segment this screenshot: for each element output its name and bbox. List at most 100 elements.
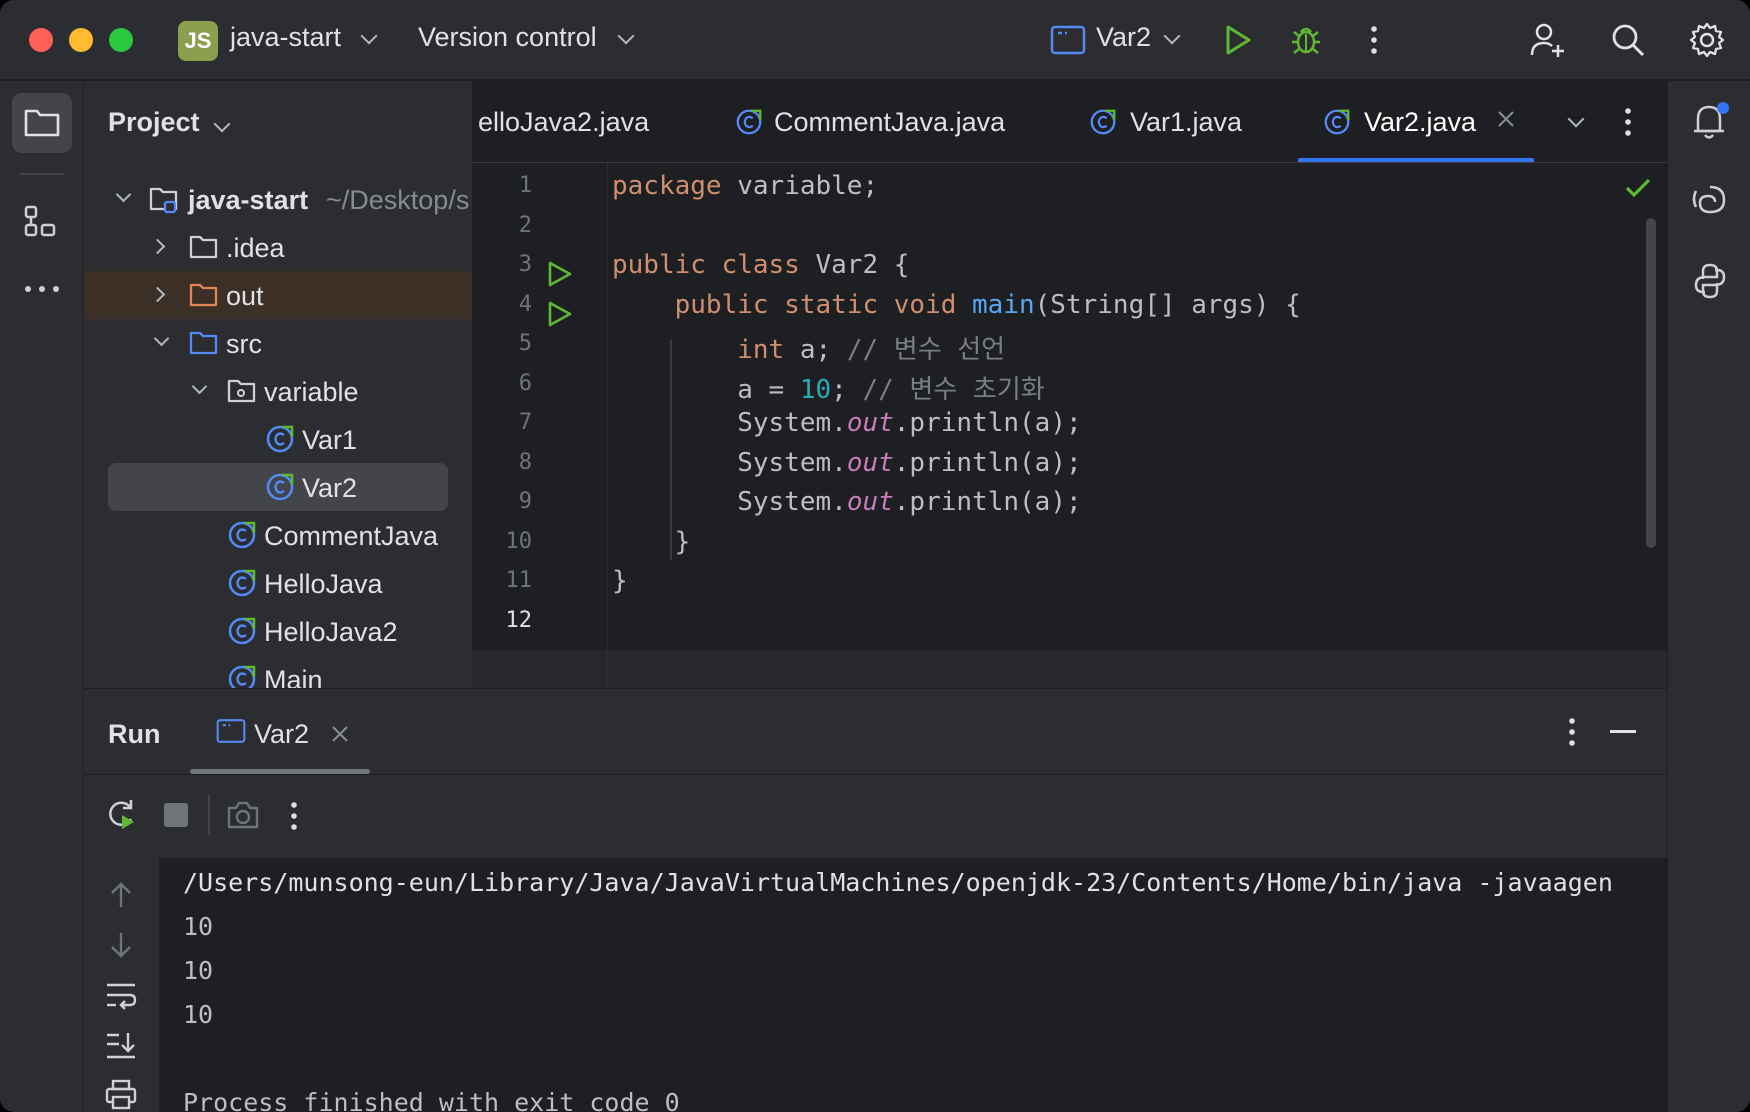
minimize-panel-icon[interactable]	[1610, 730, 1636, 733]
source-folder-icon	[189, 331, 218, 355]
code-line: public class Var2 {	[612, 250, 909, 280]
add-user-icon[interactable]	[1528, 20, 1568, 60]
tree-item-hellojava2[interactable]: HelloJava2	[84, 607, 472, 655]
package-icon	[227, 379, 256, 403]
tree-item-commentjava[interactable]: CommentJava	[84, 511, 472, 559]
tab-commentjava[interactable]: CommentJava.java	[774, 107, 1005, 138]
no-problems-check-icon[interactable]	[1625, 177, 1651, 204]
chevron-right-icon[interactable]	[149, 286, 166, 303]
gear-icon[interactable]	[1687, 20, 1727, 60]
line-number: 8	[518, 450, 532, 475]
tab-var1[interactable]: Var1.java	[1130, 107, 1242, 138]
code-line: System.out.println(a);	[612, 448, 1081, 478]
java-class-icon	[736, 109, 762, 135]
line-number: 5	[518, 331, 532, 356]
excluded-folder-icon	[189, 283, 218, 307]
arrow-up-icon[interactable]	[106, 880, 136, 915]
java-class-icon	[266, 473, 294, 501]
console-output[interactable]: /Users/munsong-eun/Library/Java/JavaVirt…	[159, 858, 1667, 1112]
code-token: // 변수 선언	[846, 335, 1006, 365]
editor-scrollbar[interactable]	[1646, 218, 1656, 548]
chevron-down-icon[interactable]	[360, 27, 378, 45]
project-switcher[interactable]: java-start	[230, 22, 341, 53]
chevron-right-icon[interactable]	[149, 238, 166, 255]
search-icon[interactable]	[1608, 20, 1648, 60]
tree-item-label: Var1	[302, 425, 358, 455]
run-tab-var2[interactable]: Var2	[254, 719, 309, 750]
gutter-divider	[607, 163, 608, 688]
code-line: int a; // 변수 선언	[612, 329, 1005, 366]
tab-label: CommentJava.java	[774, 107, 1006, 137]
ai-assistant-icon[interactable]	[1688, 179, 1732, 228]
code-line: public static void main(String[] args) {	[612, 290, 1301, 320]
tab-more-icon[interactable]	[1624, 107, 1632, 142]
line-number: 6	[518, 371, 532, 396]
tree-item-variable[interactable]: variable	[84, 367, 472, 415]
tab-hellojava2[interactable]: elloJava2.java	[478, 107, 649, 138]
tree-item-idea[interactable]: .idea	[84, 223, 472, 271]
toolbar-more-icon[interactable]	[290, 801, 298, 836]
title-bar: JS java-start Version control Var2	[0, 0, 1750, 80]
line-number: 3	[518, 252, 532, 277]
scroll-to-end-icon[interactable]	[104, 1030, 138, 1065]
tree-item-hellojava[interactable]: HelloJava	[84, 559, 472, 607]
tree-item-out[interactable]: out	[84, 271, 472, 319]
more-tools-icon[interactable]	[22, 281, 62, 302]
console-line: 10	[183, 912, 214, 941]
chevron-down-icon[interactable]	[1163, 27, 1181, 45]
close-tab-icon[interactable]	[331, 725, 349, 748]
debug-icon[interactable]	[1286, 20, 1326, 60]
zoom-window-button[interactable]	[109, 28, 133, 52]
tree-item-label: Main	[264, 665, 323, 688]
chevron-down-icon[interactable]	[617, 27, 635, 45]
code-token: System.	[612, 448, 847, 478]
tree-item-var1[interactable]: Var1	[84, 415, 472, 463]
run-more-icon[interactable]	[1568, 717, 1576, 752]
tree-item-java-start[interactable]: java-start ~/Desktop/s	[84, 175, 472, 223]
run-config-selector[interactable]: Var2	[1096, 22, 1151, 53]
chevron-down-icon[interactable]	[191, 378, 208, 395]
code-token: int	[612, 335, 785, 365]
camera-icon[interactable]	[226, 799, 260, 836]
run-gutter-icon[interactable]	[546, 300, 574, 333]
tree-item-main[interactable]: Main	[84, 655, 472, 688]
tool-separator	[20, 173, 64, 175]
chevron-down-icon[interactable]	[153, 330, 170, 347]
minimize-window-button[interactable]	[69, 28, 93, 52]
tree-item-label: Var2	[302, 473, 358, 503]
module-folder-icon	[149, 187, 178, 214]
tab-var2[interactable]: Var2.java	[1364, 107, 1476, 138]
version-control-menu[interactable]: Version control	[418, 22, 597, 53]
rerun-icon[interactable]	[104, 797, 138, 836]
run-icon[interactable]	[1218, 20, 1258, 60]
tree-item-src[interactable]: src	[84, 319, 472, 367]
console-side-toolbar	[84, 858, 159, 1112]
stop-icon[interactable]	[164, 803, 188, 827]
code-editor[interactable]: 1 2 3 4 5 6 7 8 9 10 11 12 package varia…	[472, 163, 1667, 688]
project-tool-button[interactable]	[12, 93, 72, 153]
line-number: 2	[518, 213, 532, 238]
close-tab-icon[interactable]	[1496, 109, 1516, 134]
project-panel-title[interactable]: Project	[108, 107, 200, 138]
more-actions-icon[interactable]	[1354, 20, 1394, 60]
run-gutter-icon[interactable]	[546, 260, 574, 293]
ide-window: JS java-start Version control Var2 Proje…	[0, 0, 1750, 1112]
line-number: 7	[518, 410, 532, 435]
structure-icon[interactable]	[22, 203, 62, 248]
soft-wrap-icon[interactable]	[104, 980, 138, 1015]
tree-item-label: HelloJava	[264, 569, 383, 599]
project-badge[interactable]: JS	[178, 21, 218, 61]
close-window-button[interactable]	[29, 28, 53, 52]
print-icon[interactable]	[104, 1078, 138, 1112]
tab-list-chevron-icon[interactable]	[1567, 110, 1585, 128]
java-class-icon	[228, 569, 256, 597]
arrow-down-icon[interactable]	[106, 930, 136, 965]
code-line: package variable;	[612, 171, 878, 201]
left-tool-strip	[0, 81, 84, 1112]
run-config-icon[interactable]	[1048, 20, 1088, 60]
tree-item-var2[interactable]: Var2	[108, 463, 448, 511]
chevron-down-icon[interactable]	[115, 186, 132, 203]
chevron-down-icon[interactable]	[213, 115, 231, 133]
python-console-icon[interactable]	[1688, 259, 1732, 308]
notifications-icon[interactable]	[1688, 99, 1732, 148]
